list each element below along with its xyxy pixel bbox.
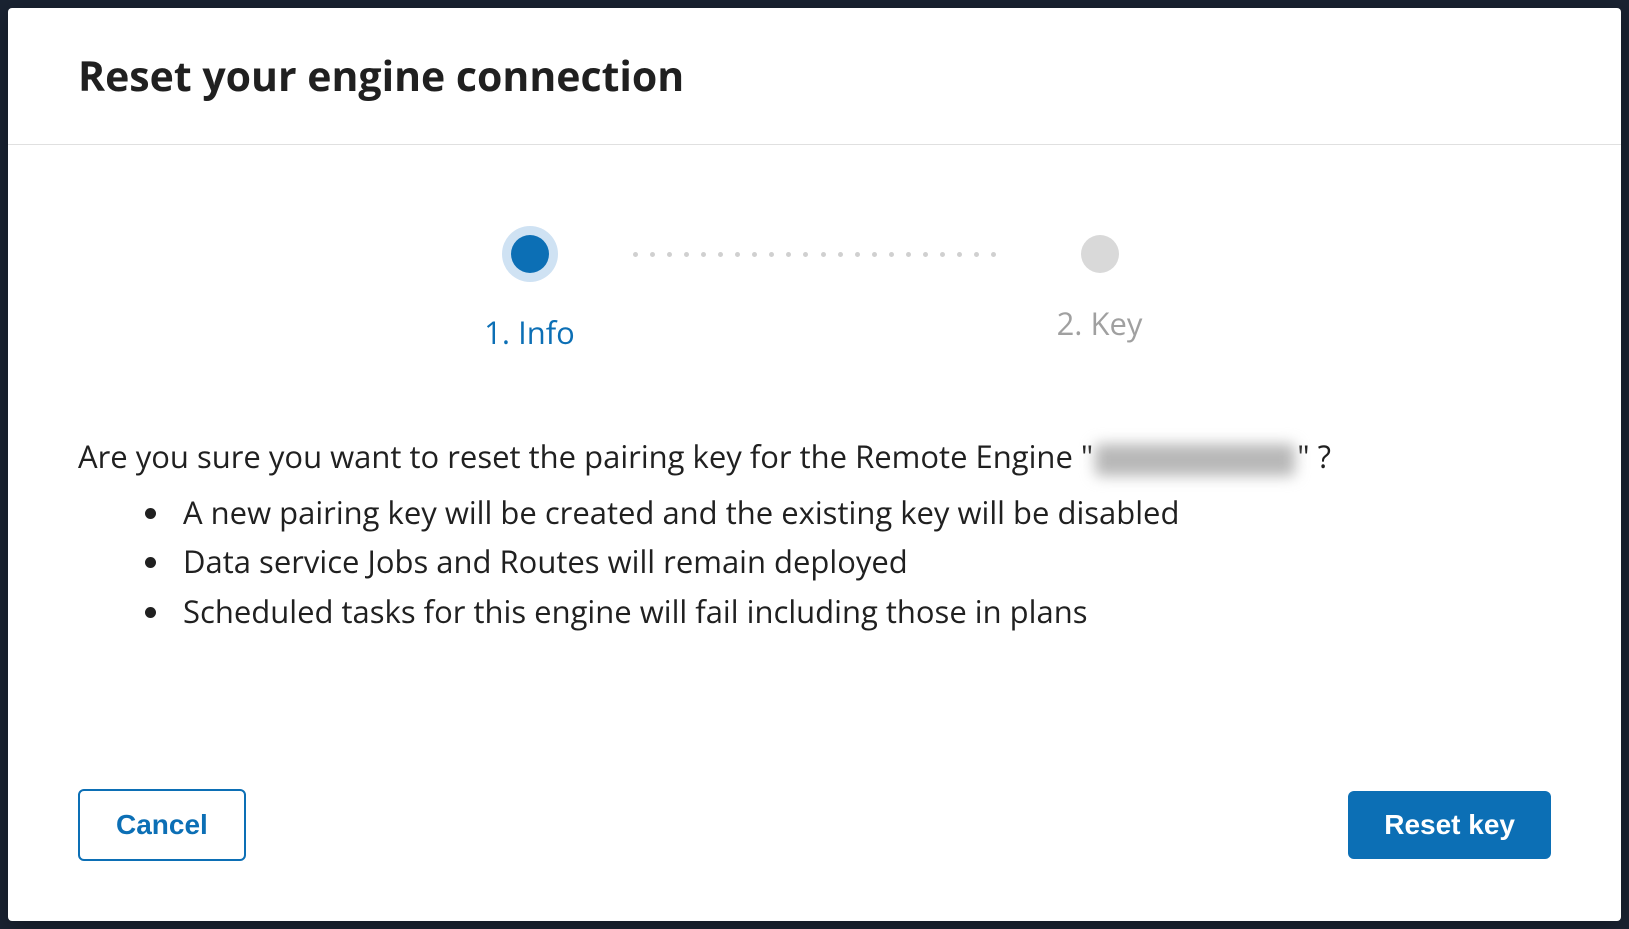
confirm-text: Are you sure you want to reset the pairi… xyxy=(78,434,1551,481)
confirm-prefix: Are you sure you want to reset the pairi… xyxy=(78,436,1093,478)
warning-bullets: A new pairing key will be created and th… xyxy=(78,489,1551,638)
modal-title: Reset your engine connection xyxy=(78,48,1551,104)
reset-key-button[interactable]: Reset key xyxy=(1348,791,1551,859)
stepper: 1. Info 2. Key xyxy=(78,235,1551,354)
modal-header: Reset your engine connection xyxy=(8,8,1621,145)
reset-engine-modal: Reset your engine connection 1. Info 2. … xyxy=(8,8,1621,921)
engine-name-redacted xyxy=(1095,444,1295,476)
step-info[interactable]: 1. Info xyxy=(445,235,615,354)
list-item: Scheduled tasks for this engine will fai… xyxy=(173,588,1551,638)
step-key-circle-icon xyxy=(1081,235,1119,273)
step-key-label: 2. Key xyxy=(1057,303,1143,345)
list-item: Data service Jobs and Routes will remain… xyxy=(173,538,1551,588)
cancel-button[interactable]: Cancel xyxy=(78,789,246,861)
step-info-label: 1. Info xyxy=(484,312,575,354)
step-key[interactable]: 2. Key xyxy=(1015,235,1185,345)
list-item: A new pairing key will be created and th… xyxy=(173,489,1551,539)
step-info-circle-icon xyxy=(502,226,558,282)
stepper-connector xyxy=(615,235,1015,273)
modal-body: 1. Info 2. Key Are you sure you want to … xyxy=(8,145,1621,759)
modal-footer: Cancel Reset key xyxy=(8,759,1621,921)
confirm-suffix: " ? xyxy=(1297,436,1331,478)
